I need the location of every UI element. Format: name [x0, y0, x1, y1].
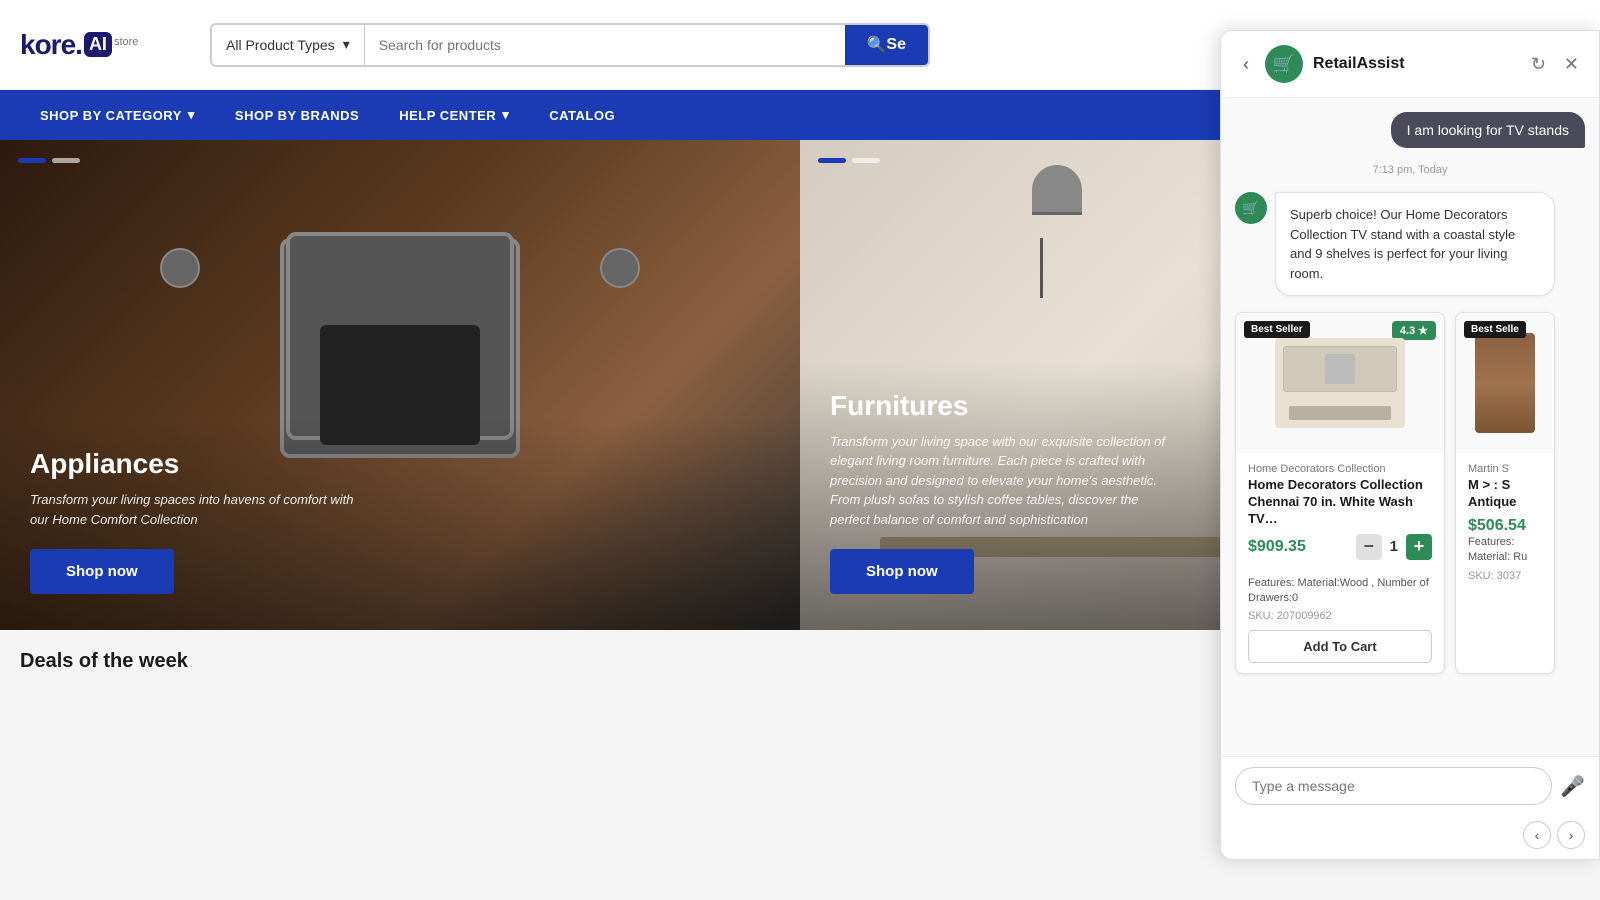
search-input[interactable]	[365, 25, 845, 65]
product-card-0-sku: SKU: 207009962	[1248, 610, 1432, 622]
product-card-0-name: Home Decorators Collection Chennai 70 in…	[1248, 477, 1432, 528]
appliances-shop-now-button[interactable]: Shop now	[30, 549, 174, 594]
chat-back-button[interactable]: ‹	[1237, 54, 1255, 75]
slide-indicator-1	[18, 158, 80, 163]
best-seller-badge-1: Best Selle	[1464, 321, 1526, 338]
product-card-1-sku: SKU: 3037	[1468, 570, 1542, 582]
product-card-1-body: Martin S M > : S Antique $506.54 Feature…	[1456, 453, 1554, 600]
product-card-1-price: $506.54	[1468, 517, 1526, 534]
user-message-bubble: I am looking for TV stands	[1391, 112, 1585, 148]
search-button[interactable]: 🔍 Se	[845, 25, 929, 65]
hero-furniture-desc: Transform your living space with our exq…	[830, 432, 1170, 530]
slide-dot-inactive-2	[852, 158, 880, 163]
product-card-0-brand: Home Decorators Collection	[1248, 463, 1432, 475]
logo-ai: AI	[84, 32, 112, 57]
hero-appliances-panel: Appliances Transform your living spaces …	[0, 140, 800, 630]
search-bar: All Product Types ▾ 🔍 Se	[210, 23, 930, 67]
chevron-down-icon-2: ▾	[502, 107, 509, 123]
slide-dot-active-2	[818, 158, 846, 163]
back-icon: ‹	[1243, 54, 1249, 74]
product-card-0-image: Best Seller 4.3 ★	[1236, 313, 1444, 453]
nav-shop-by-brands[interactable]: SHOP BY BRANDS	[215, 90, 379, 140]
product-type-label: All Product Types	[226, 37, 335, 53]
mic-button[interactable]: 🎤	[1560, 774, 1585, 799]
slide-dot-active	[18, 158, 46, 163]
product-card-1-brand: Martin S	[1468, 463, 1542, 475]
chat-body: I am looking for TV stands 7:13 pm, Toda…	[1221, 98, 1599, 756]
product-card-0-price: $909.35	[1248, 538, 1306, 556]
bot-avatar-icon: 🛒	[1242, 200, 1259, 217]
search-btn-label: Se	[886, 36, 906, 54]
product-card-1-features: Features: Material: Ru	[1468, 535, 1542, 566]
slide-indicator-2	[818, 158, 880, 163]
product-card-1-name: M > : S Antique	[1468, 477, 1542, 511]
product-card-1-image: Best Selle	[1456, 313, 1554, 453]
chat-bot-name: RetailAssist	[1313, 55, 1517, 73]
nav-catalog[interactable]: CATALOG	[529, 90, 635, 140]
star-icon-0: ★	[1418, 324, 1428, 337]
bot-message-bubble: Superb choice! Our Home Decorators Colle…	[1275, 192, 1555, 296]
dropdown-arrow-icon: ▾	[343, 36, 350, 53]
search-icon: 🔍	[867, 35, 887, 55]
chat-refresh-button[interactable]: ↻	[1527, 54, 1550, 75]
hero-appliances-desc: Transform your living spaces into havens…	[30, 490, 370, 529]
rating-value-0: 4.3	[1400, 325, 1415, 337]
product-card-0: Best Seller 4.3 ★ Home Decorators Colle	[1235, 312, 1445, 674]
qty-row-0: − 1 +	[1356, 534, 1432, 560]
qty-value-0: 1	[1390, 538, 1398, 555]
hero-appliances-title: Appliances	[30, 448, 770, 480]
bot-avatar-small: 🛒	[1235, 192, 1267, 224]
next-page-icon: ›	[1569, 827, 1574, 843]
chat-close-button[interactable]: ✕	[1560, 54, 1583, 75]
product-card-0-body: Home Decorators Collection Home Decorato…	[1236, 453, 1444, 673]
chat-bot-avatar: 🛒	[1265, 45, 1303, 83]
slide-dot-inactive	[52, 158, 80, 163]
product-type-dropdown[interactable]: All Product Types ▾	[212, 25, 365, 65]
qty-plus-button-0[interactable]: +	[1406, 534, 1432, 560]
bot-message-wrap: 🛒 Superb choice! Our Home Decorators Col…	[1235, 192, 1585, 296]
chat-pagination: ‹ ›	[1221, 815, 1599, 859]
chat-message-input[interactable]	[1235, 767, 1552, 805]
product-card-1: Best Selle Martin S M > : S Antique $506…	[1455, 312, 1555, 674]
chat-next-page-button[interactable]: ›	[1557, 821, 1585, 849]
user-message-text: I am looking for TV stands	[1407, 122, 1569, 138]
cart-avatar-icon: 🛒	[1273, 54, 1295, 75]
chat-header: ‹ 🛒 RetailAssist ↻ ✕	[1221, 31, 1599, 98]
product-cards-row: Best Seller 4.3 ★ Home Decorators Colle	[1235, 308, 1585, 678]
nav-shop-by-category-label: SHOP BY CATEGORY	[40, 108, 182, 123]
best-seller-badge-0: Best Seller	[1244, 321, 1310, 338]
nav-shop-by-brands-label: SHOP BY BRANDS	[235, 108, 359, 123]
qty-minus-button-0[interactable]: −	[1356, 534, 1382, 560]
nav-shop-by-category[interactable]: SHOP BY CATEGORY ▾	[20, 90, 215, 140]
add-to-cart-button-0[interactable]: Add To Cart	[1248, 630, 1432, 663]
bot-message-text: Superb choice! Our Home Decorators Colle…	[1290, 207, 1515, 281]
logo-brand: kore.	[20, 29, 82, 61]
logo: kore. AI store	[20, 29, 180, 61]
furniture-shop-now-button[interactable]: Shop now	[830, 549, 974, 594]
nav-catalog-label: CATALOG	[549, 108, 615, 123]
logo-store: store	[112, 36, 138, 48]
chat-timestamp: 7:13 pm, Today	[1235, 164, 1585, 176]
chat-prev-page-button[interactable]: ‹	[1523, 821, 1551, 849]
chevron-down-icon: ▾	[188, 107, 195, 123]
product-card-1-product-img	[1475, 333, 1535, 433]
close-icon: ✕	[1564, 54, 1579, 74]
refresh-icon: ↻	[1531, 54, 1546, 74]
chat-input-row: 🎤	[1221, 756, 1599, 815]
prev-page-icon: ‹	[1535, 827, 1540, 843]
microphone-icon: 🎤	[1560, 776, 1585, 798]
nav-help-center[interactable]: HELP CENTER ▾	[379, 90, 529, 140]
chat-panel: ‹ 🛒 RetailAssist ↻ ✕ I am looking for TV…	[1220, 30, 1600, 860]
nav-help-center-label: HELP CENTER	[399, 108, 496, 123]
hero-appliances-overlay: Appliances Transform your living spaces …	[0, 418, 800, 630]
user-message-wrap: I am looking for TV stands	[1235, 112, 1585, 148]
product-card-0-features: Features: Material:Wood , Number of Draw…	[1248, 576, 1432, 607]
